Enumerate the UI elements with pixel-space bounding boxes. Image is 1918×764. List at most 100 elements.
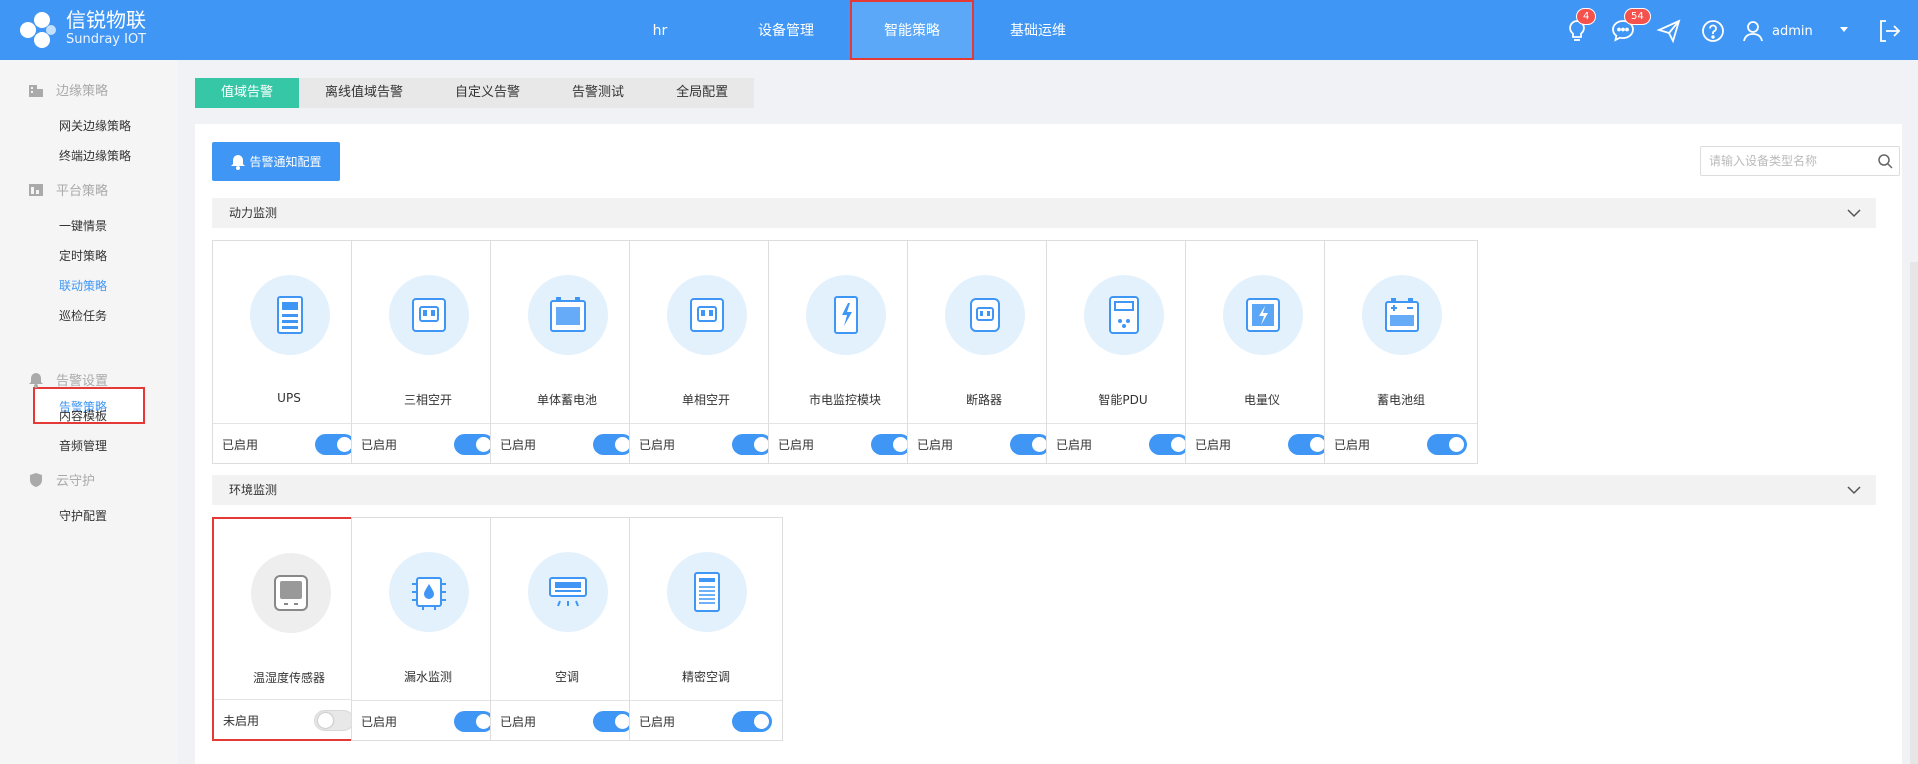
device-card-battery-cell[interactable]: 单体蓄电池 已启用 — [490, 240, 644, 464]
vertical-scrollbar[interactable] — [1910, 262, 1918, 764]
enable-toggle[interactable] — [454, 711, 494, 732]
device-card-air-conditioner[interactable]: 空调 已启用 — [490, 517, 644, 741]
caret-down-icon[interactable] — [1838, 23, 1850, 35]
device-card-water-leak[interactable]: 漏水监测 已启用 — [351, 517, 505, 741]
enable-toggle[interactable] — [871, 434, 911, 455]
user-icon[interactable] — [1740, 18, 1766, 44]
sidebar-item-one-key-scene[interactable]: 一键情景 — [59, 217, 107, 234]
brand-logo[interactable]: 信锐物联 Sundray IOT — [18, 10, 146, 50]
enable-toggle[interactable] — [593, 434, 633, 455]
device-card-power-meter[interactable]: 电量仪 已启用 — [1185, 240, 1339, 464]
section-title: 动力监测 — [229, 206, 278, 220]
message-badge: 54 — [1624, 8, 1651, 25]
device-card-single-phase-breaker[interactable]: 单相空开 已启用 — [629, 240, 783, 464]
device-card-precision-ac[interactable]: 精密空调 已启用 — [629, 517, 783, 741]
device-status: 已启用 — [1334, 438, 1371, 452]
sidebar-item-gateway-edge[interactable]: 网关边缘策略 — [59, 117, 131, 134]
sidebar-item-linkage-strategy[interactable]: 联动策略 — [59, 277, 107, 294]
device-card-temp-humidity-sensor[interactable]: 温湿度传感器 未启用 — [212, 517, 366, 741]
sidebar-item-inspection-task[interactable]: 巡检任务 — [59, 307, 107, 324]
device-card-battery-pack[interactable]: 蓄电池组 已启用 — [1324, 240, 1478, 464]
enable-toggle[interactable] — [315, 434, 355, 455]
device-card-smart-pdu[interactable]: 智能PDU 已启用 — [1046, 240, 1200, 464]
device-card-ups[interactable]: UPS 已启用 — [212, 240, 366, 464]
enable-toggle[interactable] — [1149, 434, 1189, 455]
bulb-icon[interactable]: 4 — [1564, 8, 1597, 44]
section-title: 环境监测 — [229, 483, 278, 497]
logo-icon — [18, 10, 58, 50]
section-power-monitoring[interactable]: 动力监测 — [212, 198, 1876, 228]
enable-toggle[interactable] — [1288, 434, 1328, 455]
sidebar-item-guard-config[interactable]: 守护配置 — [59, 507, 107, 524]
sidebar-group-platform-strategy[interactable]: 平台策略 — [28, 180, 108, 199]
tab-custom-alarm[interactable]: 自定义告警 — [429, 78, 546, 108]
device-type-search-input[interactable]: 请输入设备类型名称 — [1700, 146, 1900, 176]
sidebar-item-timed-strategy[interactable]: 定时策略 — [59, 247, 107, 264]
device-name: 智能PDU — [1098, 393, 1148, 407]
send-icon[interactable] — [1656, 18, 1682, 44]
battery-pack-icon — [1385, 298, 1419, 332]
tab-offline-range-alarm[interactable]: 离线值域告警 — [299, 78, 429, 108]
precision-ac-icon — [694, 572, 720, 612]
enable-toggle[interactable] — [454, 434, 494, 455]
nav-item-smart-strategy[interactable]: 智能策略 — [850, 0, 974, 60]
alarm-notify-config-label: 告警通知配置 — [249, 155, 322, 169]
device-status: 已启用 — [1195, 438, 1232, 452]
search-icon[interactable] — [1877, 153, 1893, 169]
help-icon[interactable] — [1700, 18, 1726, 44]
device-name: UPS — [277, 391, 301, 405]
device-name: 精密空调 — [681, 670, 730, 684]
tab-global-config[interactable]: 全局配置 — [650, 78, 754, 108]
device-status: 已启用 — [361, 438, 398, 452]
nav-item-device-management[interactable]: 设备管理 — [748, 0, 824, 60]
chevron-down-icon[interactable] — [1846, 206, 1862, 220]
device-name: 温湿度传感器 — [252, 671, 325, 685]
device-status: 已启用 — [639, 438, 676, 452]
sidebar-group-alarm-settings[interactable]: 告警设置 — [28, 370, 108, 389]
device-name: 漏水监测 — [403, 670, 452, 684]
platform-icon — [29, 183, 43, 196]
sidebar-group-edge-strategy[interactable]: 边缘策略 — [28, 80, 108, 99]
battery-cell-icon — [550, 297, 586, 332]
sidebar-item-audio-management[interactable]: 音频管理 — [59, 437, 107, 454]
bell-icon — [231, 154, 246, 170]
device-status: 已启用 — [917, 438, 954, 452]
chevron-down-icon[interactable] — [1846, 483, 1862, 497]
device-card-three-phase-breaker[interactable]: 三相空开 已启用 — [351, 240, 505, 464]
nav-item-basic-ops[interactable]: 基础运维 — [1000, 0, 1076, 60]
device-status: 已启用 — [500, 438, 537, 452]
device-name: 空调 — [554, 670, 579, 684]
enable-toggle[interactable] — [1427, 434, 1467, 455]
logout-icon[interactable] — [1876, 18, 1902, 44]
sidebar-item-terminal-edge[interactable]: 终端边缘策略 — [59, 147, 131, 164]
sidebar: 边缘策略 网关边缘策略 终端边缘策略 平台策略 一键情景 定时策略 联动策略 巡… — [0, 60, 178, 764]
section-environment-monitoring[interactable]: 环境监测 — [212, 475, 1876, 505]
circuit-breaker-icon — [970, 298, 1000, 332]
nav-item-hr[interactable]: hr — [640, 0, 680, 60]
breaker-single-phase-icon — [690, 298, 724, 332]
message-icon[interactable]: 54 — [1610, 8, 1651, 44]
alarm-notify-config-button[interactable]: 告警通知配置 — [212, 142, 340, 181]
device-name: 断路器 — [965, 393, 1002, 407]
alarm-tabs: 值域告警 离线值域告警 自定义告警 告警测试 全局配置 — [195, 78, 755, 108]
enable-toggle[interactable] — [732, 711, 772, 732]
device-card-mains-monitor[interactable]: 市电监控模块 已启用 — [768, 240, 922, 464]
enable-toggle[interactable] — [1010, 434, 1050, 455]
sidebar-group-label: 边缘策略 — [56, 84, 109, 99]
device-name: 蓄电池组 — [1376, 393, 1425, 407]
sidebar-group-cloud-guard[interactable]: 云守护 — [28, 470, 95, 489]
tab-range-alarm[interactable]: 值域告警 — [195, 78, 300, 108]
alarm-panel: 告警通知配置 请输入设备类型名称 动力监测 UPS 已启用 三相空开 已启用 单… — [195, 124, 1918, 764]
main-content: 值域告警 离线值域告警 自定义告警 告警测试 全局配置 告警通知配置 请输入设备… — [178, 60, 1918, 764]
enable-toggle[interactable] — [732, 434, 772, 455]
enable-toggle[interactable] — [593, 711, 633, 732]
search-placeholder: 请输入设备类型名称 — [1709, 154, 1818, 168]
device-card-circuit-breaker[interactable]: 断路器 已启用 — [907, 240, 1061, 464]
tab-alarm-test[interactable]: 告警测试 — [546, 78, 650, 108]
ups-icon — [277, 296, 303, 334]
user-name[interactable]: admin — [1772, 0, 1813, 60]
device-status: 已启用 — [222, 438, 259, 452]
device-name: 电量仪 — [1243, 393, 1280, 407]
sidebar-item-content-template[interactable]: 内容模板 — [59, 407, 107, 424]
enable-toggle[interactable] — [314, 710, 354, 731]
